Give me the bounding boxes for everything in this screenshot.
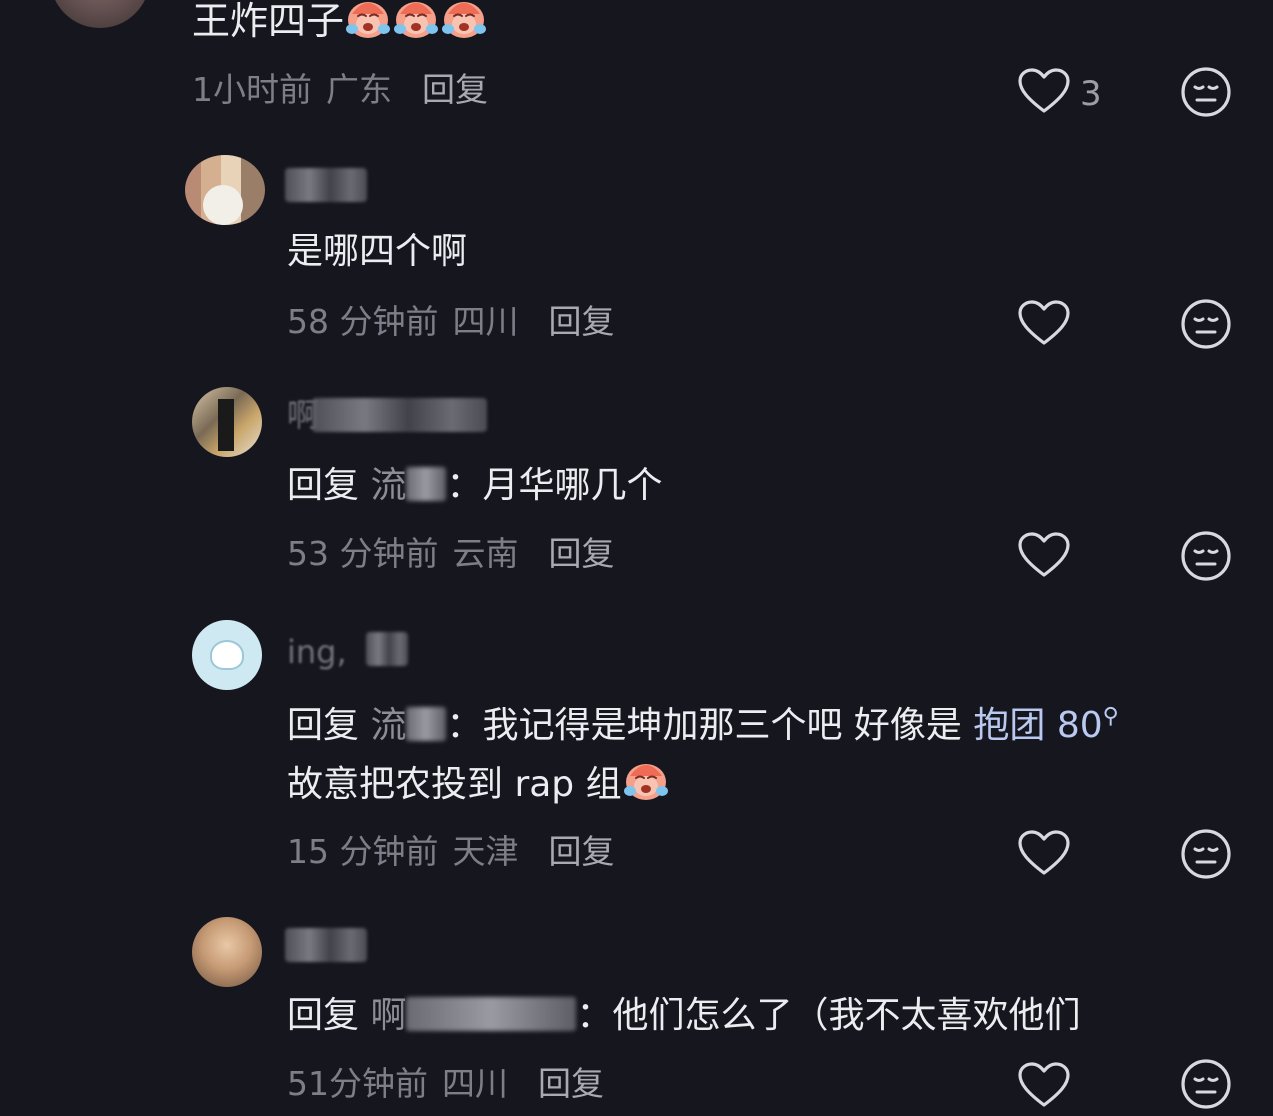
reply-target-blur — [406, 467, 447, 501]
reply-prefix: 回复 — [287, 705, 360, 746]
comment-time: 51分钟前 — [287, 1064, 428, 1103]
reply-button[interactable]: 回复 — [548, 534, 614, 573]
reply-button[interactable]: 回复 — [548, 302, 614, 341]
comment-body: 故意把农投到 rap 组 — [287, 764, 622, 805]
hashtag-link[interactable]: 抱团 80 — [973, 705, 1102, 746]
reply-prefix: 回复 — [287, 465, 360, 506]
crying-emoji-icon — [392, 0, 440, 40]
dislike-meh-icon[interactable] — [1180, 66, 1232, 118]
dislike-meh-icon[interactable] — [1180, 1058, 1232, 1110]
search-icon[interactable]: ⚲ — [1103, 704, 1119, 729]
like-heart-icon[interactable] — [1018, 300, 1070, 346]
reply-target-blur — [406, 707, 447, 741]
like-heart-icon[interactable] — [1018, 68, 1070, 114]
comment-meta: 1小时前 广东 回复 — [192, 70, 488, 110]
comment-text: 王炸四子 — [192, 0, 488, 45]
dislike-meh-icon[interactable] — [1180, 828, 1232, 880]
username-blurred[interactable] — [366, 632, 408, 666]
reply-prefix: 回复 — [287, 995, 360, 1036]
reply-button[interactable]: 回复 — [548, 832, 614, 871]
dislike-meh-icon[interactable] — [1180, 530, 1232, 582]
comment-location: 天津 — [452, 832, 519, 871]
like-heart-icon[interactable] — [1018, 532, 1070, 578]
comment-body: 是哪四个啊 — [287, 231, 468, 272]
comment-location: 四川 — [452, 302, 519, 341]
comment-time: 53 分钟前 — [287, 534, 439, 573]
username-blurred[interactable] — [285, 168, 367, 202]
reply-target-name[interactable]: 啊 — [370, 995, 406, 1036]
comment-text-line2: 故意把农投到 rap 组 — [287, 758, 670, 809]
like-count: 3 — [1080, 74, 1102, 114]
comment-meta: 15 分钟前 天津 回复 — [287, 832, 614, 872]
crying-emoji-icon — [440, 0, 488, 40]
comment-time: 58 分钟前 — [287, 302, 439, 341]
like-heart-icon[interactable] — [1018, 1062, 1070, 1108]
comment-meta: 53 分钟前 云南 回复 — [287, 534, 614, 574]
like-heart-icon[interactable] — [1018, 830, 1070, 876]
comment-body: 王炸四子 — [192, 0, 345, 43]
comment-meta: 51分钟前 四川 回复 — [287, 1064, 604, 1104]
comment-body: ：月华哪几个 — [446, 465, 663, 506]
comment-text: 回复 流 ：月华哪几个 — [287, 462, 663, 510]
reply-button[interactable]: 回复 — [538, 1064, 604, 1103]
avatar[interactable] — [185, 155, 265, 225]
comment-location: 广东 — [326, 70, 392, 109]
avatar[interactable] — [192, 917, 262, 987]
username-blurred[interactable] — [285, 928, 367, 962]
reply-button[interactable]: 回复 — [422, 70, 488, 109]
comment-time: 1小时前 — [192, 70, 312, 109]
crying-emoji-icon — [622, 758, 670, 802]
dislike-meh-icon[interactable] — [1180, 298, 1232, 350]
comment-text-line1: 回复 流 ：我记得是坤加那三个吧 好像是 抱团 80⚲ — [287, 693, 1119, 750]
reply-target-name[interactable]: 流 — [370, 705, 406, 746]
comment-meta: 58 分钟前 四川 回复 — [287, 302, 614, 342]
crying-emoji-icon — [344, 0, 392, 40]
comment-text: 回复 啊 ：他们怎么了（我不太喜欢他们 — [287, 992, 1081, 1040]
comment-location: 四川 — [442, 1064, 508, 1103]
comment-location: 云南 — [452, 534, 519, 573]
avatar[interactable] — [192, 387, 262, 457]
comment-body: ：他们怎么了（我不太喜欢他们 — [576, 995, 1081, 1036]
username-hint: ing, — [287, 633, 347, 671]
reply-target-blur — [406, 997, 577, 1031]
username-blurred[interactable] — [312, 398, 487, 432]
avatar[interactable] — [50, 0, 150, 28]
comment-body: ：我记得是坤加那三个吧 好像是 — [446, 705, 962, 746]
reply-target-name[interactable]: 流 — [370, 465, 406, 506]
comment-time: 15 分钟前 — [287, 832, 439, 871]
avatar[interactable] — [192, 620, 262, 690]
